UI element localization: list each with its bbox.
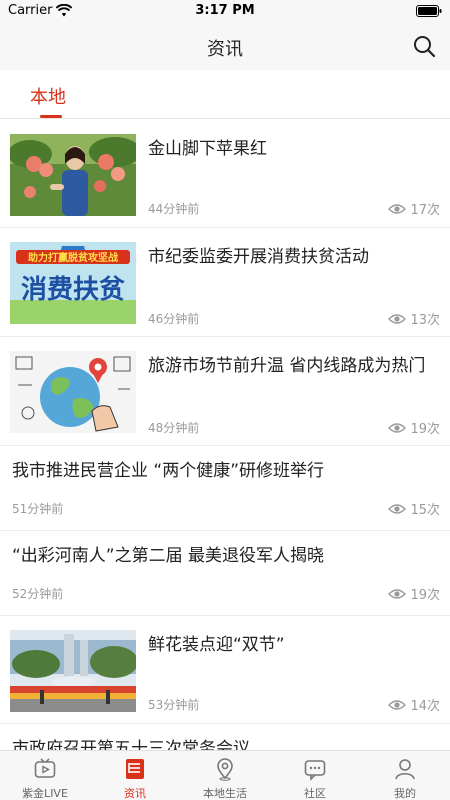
tab-zijin-live[interactable]: 紫金LIVE [0, 751, 90, 800]
eye-icon [388, 313, 407, 324]
banner-slogan: 助力打赢脱贫攻坚战 [28, 251, 118, 264]
news-views: 15次 [388, 499, 440, 518]
news-icon [126, 759, 144, 779]
views-count: 14次 [410, 699, 440, 714]
views-count: 19次 [410, 422, 440, 437]
tab-indicator [40, 115, 62, 118]
news-views: 19次 [388, 418, 440, 437]
list-item[interactable]: 市政府召开第五十三次常务会议 [0, 724, 450, 750]
news-time: 51分钟前 [12, 502, 64, 516]
status-bar: Carrier 3:17 PM [0, 0, 450, 22]
battery-icon [416, 5, 442, 17]
news-time: 53分钟前 [148, 698, 200, 712]
tab-community[interactable]: 社区 [270, 751, 360, 800]
news-views: 14次 [388, 695, 440, 714]
clock: 3:17 PM [195, 3, 255, 18]
tv-icon [34, 758, 56, 778]
page-title: 资讯 [207, 39, 243, 60]
list-item[interactable]: 金山脚下苹果红 44分钟前 17次 [0, 120, 450, 228]
list-item[interactable]: 我市推进民营企业 “两个健康”研修班举行 51分钟前 15次 [0, 446, 450, 531]
news-thumbnail-poverty-banner: 助力打赢脱贫攻坚战 消费扶贫 [10, 242, 136, 324]
news-time: 46分钟前 [148, 312, 200, 326]
news-title[interactable]: 市纪委监委开展消费扶贫活动 [148, 244, 438, 270]
eye-icon [388, 588, 407, 599]
news-title[interactable]: 鲜花装点迎“双节” [148, 632, 438, 658]
user-icon [395, 759, 415, 780]
news-views: 13次 [388, 309, 440, 328]
news-title[interactable]: 旅游市场节前升温 省内线路成为热门 [148, 353, 438, 379]
news-views: 19次 [388, 584, 440, 603]
news-time: 44分钟前 [148, 202, 200, 216]
tab-local-life[interactable]: 本地生活 [180, 751, 270, 800]
nav-header: 资讯 [0, 22, 450, 70]
news-title[interactable]: 金山脚下苹果红 [148, 136, 438, 162]
news-title[interactable]: 我市推进民营企业 “两个健康”研修班举行 [12, 458, 438, 484]
tab-news[interactable]: 资讯 [90, 751, 180, 800]
banner-main-text: 消费扶贫 [21, 274, 125, 305]
eye-icon [388, 422, 407, 433]
news-title[interactable]: 市政府召开第五十三次常务会议 [12, 736, 438, 750]
category-tabs: 本地 [0, 70, 450, 119]
news-title[interactable]: “出彩河南人”之第二届 最美退役军人揭晓 [12, 543, 438, 569]
eye-icon [388, 503, 407, 514]
list-item[interactable]: 旅游市场节前升温 省内线路成为热门 48分钟前 19次 [0, 337, 450, 446]
tab-label: 我的 [394, 787, 416, 800]
tab-mine[interactable]: 我的 [360, 751, 450, 800]
list-item[interactable]: 鲜花装点迎“双节” 53分钟前 14次 [0, 616, 450, 724]
location-icon [217, 758, 233, 781]
list-item[interactable]: 助力打赢脱贫攻坚战 消费扶贫 市纪委监委开展消费扶贫活动 46分钟前 13次 [0, 228, 450, 337]
tab-label: 本地生活 [203, 787, 247, 800]
tab-label: 紫金LIVE [22, 787, 68, 800]
tab-label: 社区 [304, 787, 326, 800]
views-count: 17次 [410, 203, 440, 218]
tab-local[interactable]: 本地 [30, 83, 66, 109]
news-time: 48分钟前 [148, 421, 200, 435]
views-count: 15次 [410, 503, 440, 518]
news-views: 17次 [388, 199, 440, 218]
news-thumbnail-travel-globe [10, 351, 136, 433]
views-count: 13次 [410, 313, 440, 328]
list-item[interactable]: “出彩河南人”之第二届 最美退役军人揭晓 52分钟前 19次 [0, 531, 450, 616]
news-list[interactable]: 金山脚下苹果红 44分钟前 17次 助力打赢脱贫攻坚战 消费扶贫 市纪委监委开展… [0, 120, 450, 750]
eye-icon [388, 699, 407, 710]
tab-label: 资讯 [124, 787, 146, 800]
search-icon[interactable] [412, 34, 436, 58]
news-time: 52分钟前 [12, 587, 64, 601]
news-thumbnail-apple [10, 134, 136, 216]
news-thumbnail-flower-square [10, 630, 136, 712]
views-count: 19次 [410, 588, 440, 603]
chat-icon [304, 760, 326, 781]
bottom-tab-bar: 紫金LIVE 资讯 本地生活 社区 我的 [0, 750, 450, 800]
eye-icon [388, 203, 407, 214]
